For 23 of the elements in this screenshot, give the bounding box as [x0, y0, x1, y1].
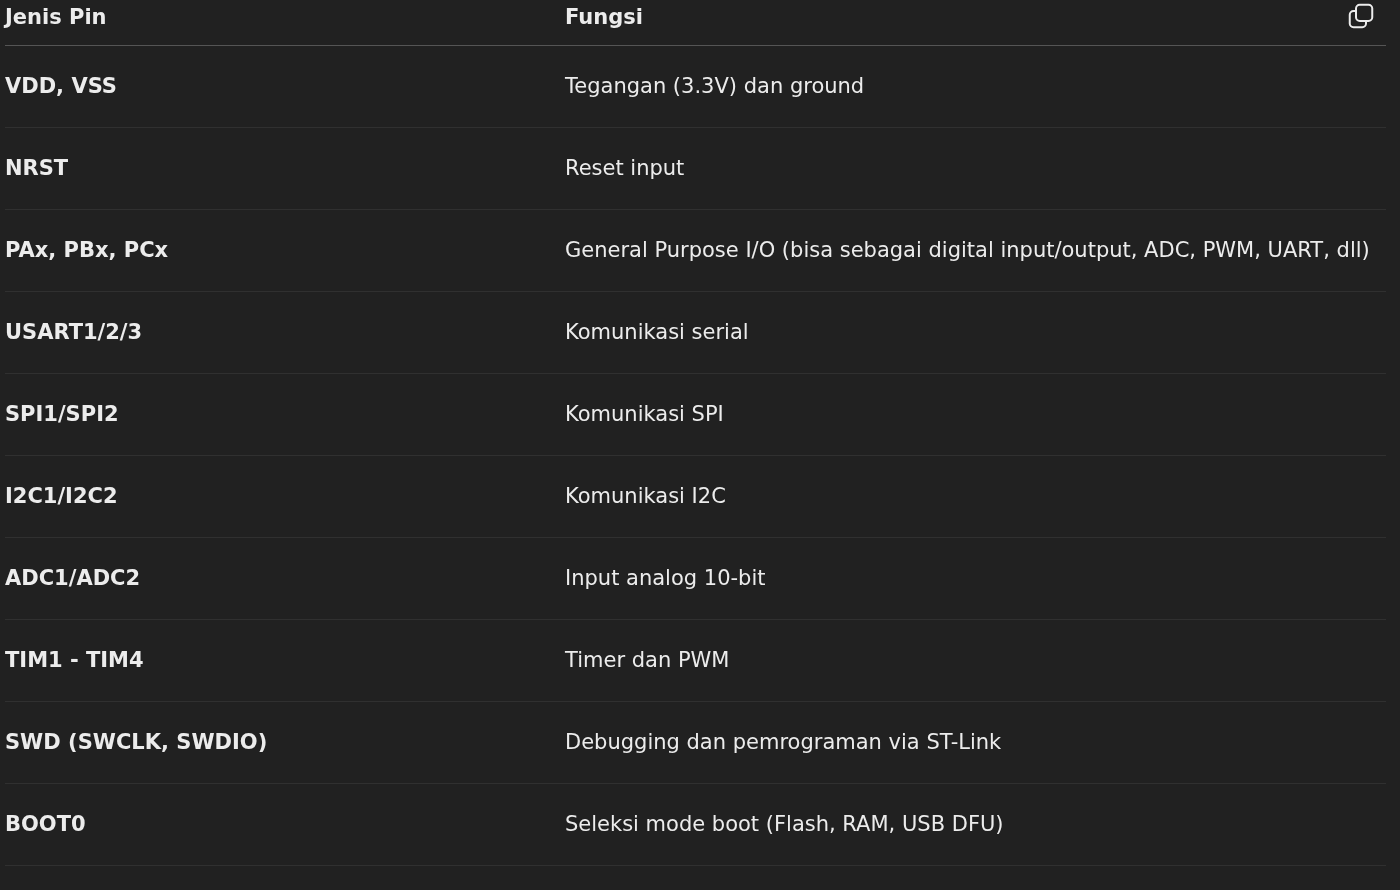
function-cell: Komunikasi I2C [565, 455, 1386, 538]
pin-cell: I2C1/I2C2 [5, 455, 565, 538]
copy-icon [1346, 1, 1376, 31]
function-cell: Timer dan PWM [565, 619, 1386, 702]
function-cell: Reset input [565, 127, 1386, 210]
column-header: Jenis Pin [5, 0, 565, 46]
function-cell: Debugging dan pemrograman via ST-Link [565, 701, 1386, 784]
pin-cell: TIM1 - TIM4 [5, 619, 565, 702]
function-cell: Input analog 10-bit [565, 537, 1386, 620]
pin-cell: SWD (SWCLK, SWDIO) [5, 701, 565, 784]
pin-cell: PAx, PBx, PCx [5, 209, 565, 292]
function-cell: Seleksi mode boot (Flash, RAM, USB DFU) [565, 783, 1386, 866]
function-cell: Komunikasi serial [565, 291, 1386, 374]
pin-cell: ADC1/ADC2 [5, 537, 565, 620]
function-cell: Komunikasi SPI [565, 373, 1386, 456]
pin-cell: USART1/2/3 [5, 291, 565, 374]
column-header: Fungsi [565, 0, 1386, 46]
pin-cell: NRST [5, 127, 565, 210]
pin-cell: BOOT0 [5, 783, 565, 866]
pin-cell: VDD, VSS [5, 45, 565, 128]
function-cell: General Purpose I/O (bisa sebagai digital input/output, ADC, PWM, UART, dll) [565, 209, 1386, 292]
function-cell: Tegangan (3.3V) dan ground [565, 45, 1386, 128]
pin-cell: SPI1/SPI2 [5, 373, 565, 456]
